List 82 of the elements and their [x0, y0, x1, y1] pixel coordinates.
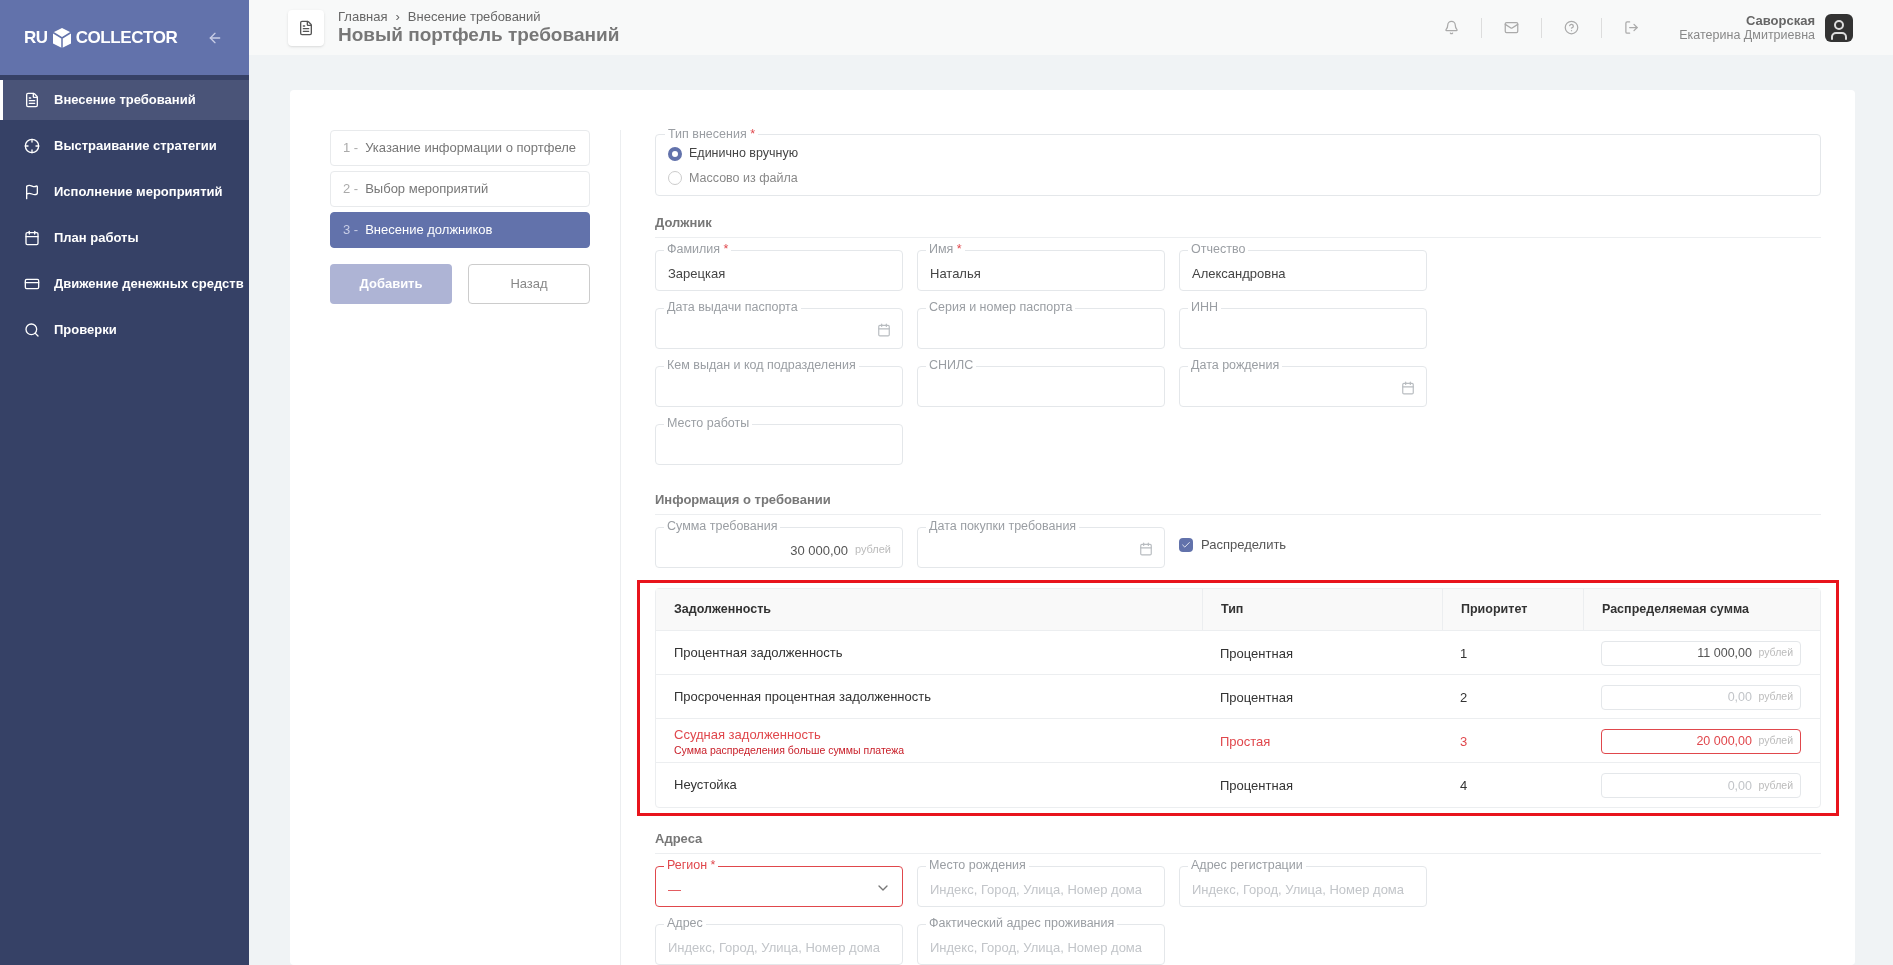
- table-cell: 4: [1460, 778, 1468, 793]
- sidebar-item[interactable]: Внесение требований: [0, 80, 249, 120]
- field-label: Дата рождения: [1188, 357, 1283, 373]
- sidebar-item[interactable]: Проверки: [0, 310, 249, 350]
- step-number: 3 -: [343, 221, 359, 240]
- user-first-names: Екатерина Дмитриевна: [1679, 27, 1815, 43]
- bell-icon[interactable]: [1444, 20, 1460, 35]
- sidebar-item[interactable]: План работы: [0, 218, 249, 258]
- table-cell-text: Неустойка: [674, 776, 738, 795]
- error-message: Сумма распределения больше суммы платежа: [674, 744, 906, 757]
- step-item[interactable]: 3 - Внесение должников: [330, 212, 590, 248]
- column-header: Тип: [1221, 601, 1244, 619]
- step-label: Внесение должников: [365, 221, 493, 240]
- field-label: Кем выдан и код подразделения: [664, 357, 859, 373]
- field-label: Адрес: [664, 915, 706, 931]
- sidebar-item[interactable]: Выстраивание стратегии: [0, 126, 249, 166]
- sidebar-item[interactable]: Исполнение мероприятий: [0, 172, 249, 212]
- page-title: Новый портфель требований: [338, 24, 620, 46]
- radio-label: Массово из файла: [689, 170, 798, 187]
- document-icon: [298, 19, 314, 36]
- step-item[interactable]: 2 - Выбор мероприятий: [330, 171, 590, 207]
- avatar: [1825, 13, 1853, 42]
- calendar-icon: [24, 230, 40, 246]
- logout-icon[interactable]: [1624, 20, 1640, 35]
- breadcrumb-separator: ›: [395, 9, 400, 24]
- column-header: Задолженность: [674, 601, 771, 619]
- field-label: Место рождения: [926, 857, 1029, 873]
- sidebar-item[interactable]: Движение денежных средств: [0, 264, 249, 304]
- section-heading: Информация о требовании: [655, 492, 831, 507]
- field-label: Сумма требования: [664, 518, 781, 534]
- search-icon: [24, 322, 40, 338]
- table-cell: Процентная: [1220, 778, 1293, 793]
- breadcrumb-link[interactable]: Внесение требований: [407, 9, 541, 24]
- calendar-icon[interactable]: [1139, 542, 1153, 556]
- radio-label: Единично вручную: [689, 145, 799, 163]
- currency-unit: рублей: [854, 542, 891, 556]
- table-cell: Процентная: [1220, 689, 1293, 705]
- table-cell-text: Ссудная задолженность: [674, 725, 822, 744]
- table-cell: Простая: [1220, 733, 1271, 749]
- column-header: Распределяемая сумма: [1602, 601, 1749, 619]
- field-label: Фактический адрес проживания: [926, 915, 1118, 931]
- breadcrumb-link[interactable]: Главная: [338, 9, 388, 24]
- crosshair-icon: [24, 138, 40, 154]
- help-icon[interactable]: [1564, 20, 1580, 35]
- table-cell: 3: [1460, 733, 1468, 749]
- user-last-name: Саворская: [1745, 12, 1815, 28]
- field-label: Дата выдачи паспорта: [664, 299, 801, 315]
- column-header: Приоритет: [1461, 601, 1528, 619]
- calendar-icon[interactable]: [1401, 381, 1415, 395]
- logo-text: RU: [24, 26, 48, 49]
- document-icon: [24, 92, 40, 108]
- step-number: 2 -: [343, 180, 359, 199]
- flag-icon: [24, 184, 40, 200]
- field-label: Дата покупки требования: [926, 518, 1080, 534]
- step-item[interactable]: 1 - Указание информации о портфеле: [330, 130, 590, 166]
- field-label: Место работы: [664, 415, 753, 431]
- table-cell: Процентная: [1220, 645, 1293, 661]
- radio-button[interactable]: [668, 146, 682, 161]
- section-heading: Адреса: [655, 831, 703, 846]
- calendar-icon[interactable]: [877, 323, 891, 337]
- currency-unit: рублей: [1758, 778, 1793, 792]
- table-cell-text: Просроченная процентная задолженность: [674, 687, 932, 706]
- step-number: 1 -: [343, 139, 359, 158]
- step-label: Указание информации о портфеле: [365, 139, 577, 158]
- field-label: Серия и номер паспорта: [926, 299, 1076, 315]
- currency-unit: рублей: [1758, 690, 1793, 703]
- back-button[interactable]: Назад: [468, 264, 590, 304]
- checkbox-label: Распределить: [1201, 535, 1287, 554]
- mail-icon[interactable]: [1504, 20, 1520, 35]
- field-label: Адрес регистрации: [1188, 857, 1306, 873]
- table-cell: 2: [1460, 689, 1468, 705]
- step-label: Выбор мероприятий: [365, 180, 489, 199]
- checkbox[interactable]: [1179, 537, 1193, 552]
- cube-logo-icon: [50, 26, 73, 49]
- card-icon: [24, 276, 40, 292]
- table-cell: 1: [1460, 645, 1468, 661]
- currency-unit: рублей: [1758, 646, 1793, 659]
- currency-unit: рублей: [1758, 734, 1793, 747]
- check-icon: [1181, 539, 1191, 550]
- table-cell-text: Процентная задолженность: [674, 643, 844, 662]
- section-heading: Должник: [655, 215, 712, 230]
- logo-text: COLLECTOR: [75, 26, 178, 49]
